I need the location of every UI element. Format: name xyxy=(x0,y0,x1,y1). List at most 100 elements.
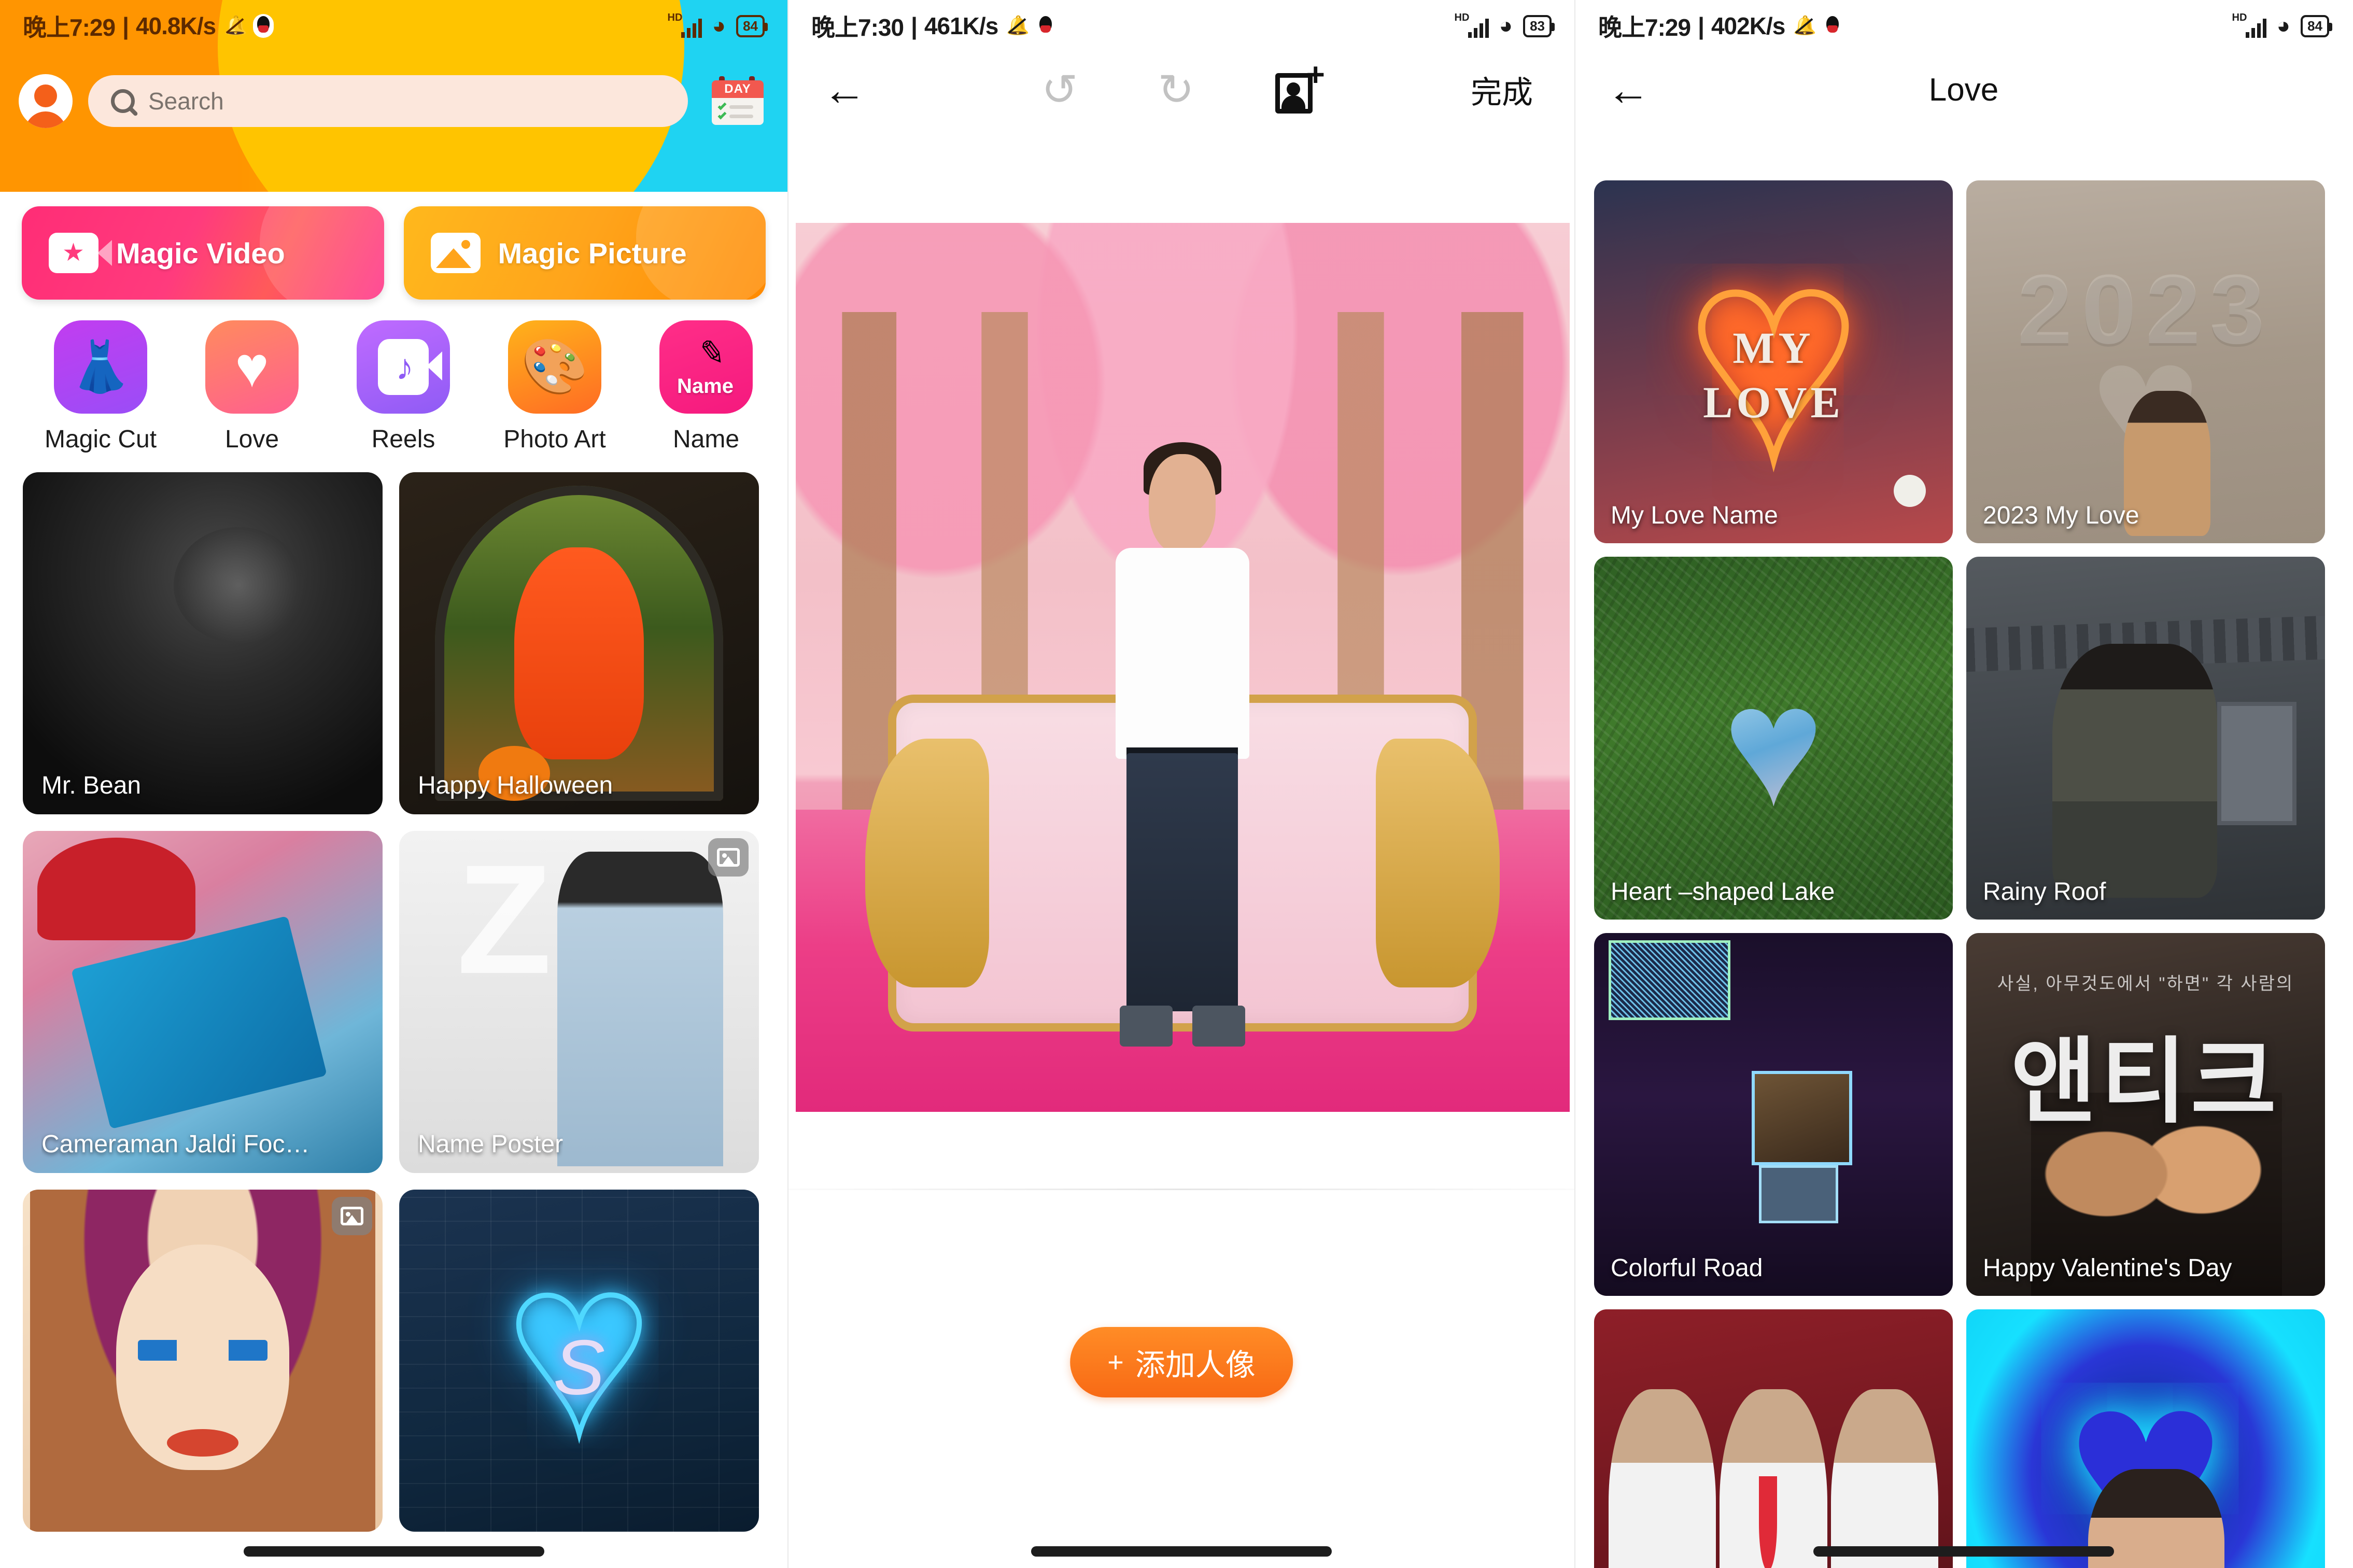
magic-video-label: Magic Video xyxy=(116,236,285,270)
editor-canvas[interactable] xyxy=(788,223,1574,1112)
mute-bell-icon xyxy=(223,15,247,37)
template-tile[interactable]: ♥ S xyxy=(399,1190,759,1532)
category-label: Reels xyxy=(371,426,435,453)
template-tile[interactable]: 2023 ♥ 2023 My Love xyxy=(1966,180,2325,543)
template-tile[interactable]: 사실, 아무것도에서 "하면" 각 사람의 앤티크 Happy Valentin… xyxy=(1966,933,2325,1296)
status-time: 晚上7:29 xyxy=(1598,14,1691,41)
image-icon xyxy=(708,838,749,877)
template-tile[interactable]: Cameraman Jaldi Foc… xyxy=(23,831,383,1173)
template-tile[interactable]: Happy Halloween xyxy=(399,472,759,814)
category-label: Photo Art xyxy=(503,426,606,453)
home-indicator xyxy=(1813,1546,2114,1557)
search-input[interactable]: Search xyxy=(88,75,688,127)
tile-label: Heart –shaped Lake xyxy=(1611,878,1835,906)
name-icon-badge: Name xyxy=(677,375,734,398)
qq-penguin-icon xyxy=(1822,14,1843,38)
status-bar-home: 晚上7:29 | 40.8K/s HD ◕ 84 xyxy=(0,0,787,52)
template-tile[interactable] xyxy=(23,1190,383,1532)
image-icon xyxy=(332,1197,372,1235)
magic-picture-label: Magic Picture xyxy=(498,236,687,270)
canvas-preview-image[interactable] xyxy=(795,223,1570,1112)
calendar-day-label: DAY xyxy=(712,80,764,98)
magic-video-button[interactable]: ★ Magic Video xyxy=(22,206,384,300)
home-indicator xyxy=(1031,1546,1332,1557)
love-header: ← Love xyxy=(1575,56,2352,123)
mute-bell-icon xyxy=(1792,15,1816,37)
redo-icon[interactable]: ↻ xyxy=(1158,64,1194,115)
status-separator: | xyxy=(122,12,129,39)
status-time: 晚上7:30 xyxy=(811,14,904,41)
category-row: 👗 Magic Cut ♥ Love ♪ Reels 🎨 Photo Art ✎… xyxy=(0,300,787,454)
magic-picture-button[interactable]: Magic Picture xyxy=(403,206,766,300)
category-label: Magic Cut xyxy=(44,426,157,453)
page-title: Love xyxy=(1928,72,1999,108)
screen-love-category: 晚上7:29 | 402K/s HD ◕ 84 ← Love ♥ xyxy=(1575,0,2352,1568)
template-tile[interactable]: ♥ xyxy=(1966,1309,2325,1568)
status-netspeed: 402K/s xyxy=(1711,12,1785,39)
user-avatar-icon[interactable] xyxy=(19,74,73,128)
tile-label: Rainy Roof xyxy=(1983,878,2106,906)
category-love[interactable]: ♥ Love xyxy=(176,320,328,454)
screen-editor: 晚上7:30 | 461K/s HD ◕ 83 ← ↺ ↻ + 完 xyxy=(787,0,1575,1568)
status-bar-editor: 晚上7:30 | 461K/s HD ◕ 83 xyxy=(788,0,1574,52)
hd-label: HD xyxy=(2232,12,2247,23)
back-arrow-icon[interactable]: ← xyxy=(823,68,866,111)
qq-penguin-icon xyxy=(1035,14,1056,38)
undo-icon[interactable]: ↺ xyxy=(1041,64,1078,115)
heart-icon: ♥ xyxy=(205,320,299,414)
tile-art-text: 사실, 아무것도에서 "하면" 각 사람의 xyxy=(1997,974,2294,994)
search-placeholder: Search xyxy=(148,88,224,115)
status-time: 晚上7:29 xyxy=(23,14,116,41)
template-tile[interactable]: Mr. Bean xyxy=(23,472,383,814)
tile-label: Mr. Bean xyxy=(41,772,142,799)
add-portrait-button[interactable]: + 添加人像 xyxy=(1070,1327,1293,1397)
hd-label: HD xyxy=(1454,12,1470,23)
battery-indicator: 84 xyxy=(736,15,768,37)
tile-label: 2023 My Love xyxy=(1983,502,2139,529)
three-phone-screenshots: 晚上7:29 | 40.8K/s HD ◕ 84 Search xyxy=(0,0,2353,1568)
category-magic-cut[interactable]: 👗 Magic Cut xyxy=(25,320,176,454)
template-tile[interactable]: Colorful Road xyxy=(1594,933,1953,1296)
name-pen-icon: ✎ Name xyxy=(659,320,753,414)
category-name[interactable]: ✎ Name Name xyxy=(630,320,782,454)
status-netspeed: 40.8K/s xyxy=(135,12,216,39)
template-tile[interactable]: ♥ Heart –shaped Lake xyxy=(1594,557,1953,920)
add-portrait-label: 添加人像 xyxy=(1135,1348,1256,1382)
status-netspeed: 461K/s xyxy=(924,12,998,39)
qq-penguin-icon xyxy=(253,14,274,38)
tile-label: My Love Name xyxy=(1611,502,1778,529)
signal-bars-icon: HD xyxy=(2232,12,2266,38)
reels-icon: ♪ xyxy=(357,320,450,414)
template-grid: Mr. Bean Happy Halloween Cameraman Jaldi… xyxy=(0,454,787,1532)
status-separator: | xyxy=(1698,12,1704,39)
tile-label: Happy Halloween xyxy=(418,772,613,799)
home-indicator xyxy=(243,1546,544,1557)
tile-label: Name Poster xyxy=(418,1131,563,1158)
picture-icon xyxy=(430,233,481,273)
battery-indicator: 84 xyxy=(2301,15,2332,37)
home-top-bar: Search DAY xyxy=(0,67,787,135)
category-photo-art[interactable]: 🎨 Photo Art xyxy=(479,320,630,454)
mute-bell-icon xyxy=(1005,15,1030,37)
wifi-icon: ◕ xyxy=(2276,13,2291,38)
plus-icon: + xyxy=(1107,1347,1124,1378)
status-bar-love: 晚上7:29 | 402K/s HD ◕ 84 xyxy=(1575,0,2352,52)
day-calendar-icon[interactable]: DAY xyxy=(712,75,769,127)
done-button[interactable]: 完成 xyxy=(1471,67,1533,112)
category-reels[interactable]: ♪ Reels xyxy=(328,320,479,454)
editor-divider xyxy=(788,1189,1574,1190)
tile-art-text: MY xyxy=(1732,323,1814,373)
tile-label: Colorful Road xyxy=(1611,1254,1763,1282)
home-content: ★ Magic Video Magic Picture 👗 Magic Cut … xyxy=(0,192,787,1532)
love-template-grid: ♥ MY LOVE My Love Name 2023 ♥ 2023 My Lo… xyxy=(1575,180,2352,1568)
signal-bars-icon: HD xyxy=(1454,12,1489,38)
template-tile[interactable] xyxy=(1594,1309,1953,1568)
hd-label: HD xyxy=(667,12,683,23)
template-tile[interactable]: Z Name Poster xyxy=(399,831,759,1173)
template-tile[interactable]: Rainy Roof xyxy=(1966,557,2325,920)
tile-art-text: LOVE xyxy=(1703,377,1844,427)
template-tile[interactable]: ♥ MY LOVE My Love Name xyxy=(1594,180,1953,543)
screen-home: 晚上7:29 | 40.8K/s HD ◕ 84 Search xyxy=(0,0,787,1568)
add-person-icon[interactable]: + xyxy=(1275,59,1325,114)
signal-bars-icon: HD xyxy=(667,12,702,38)
